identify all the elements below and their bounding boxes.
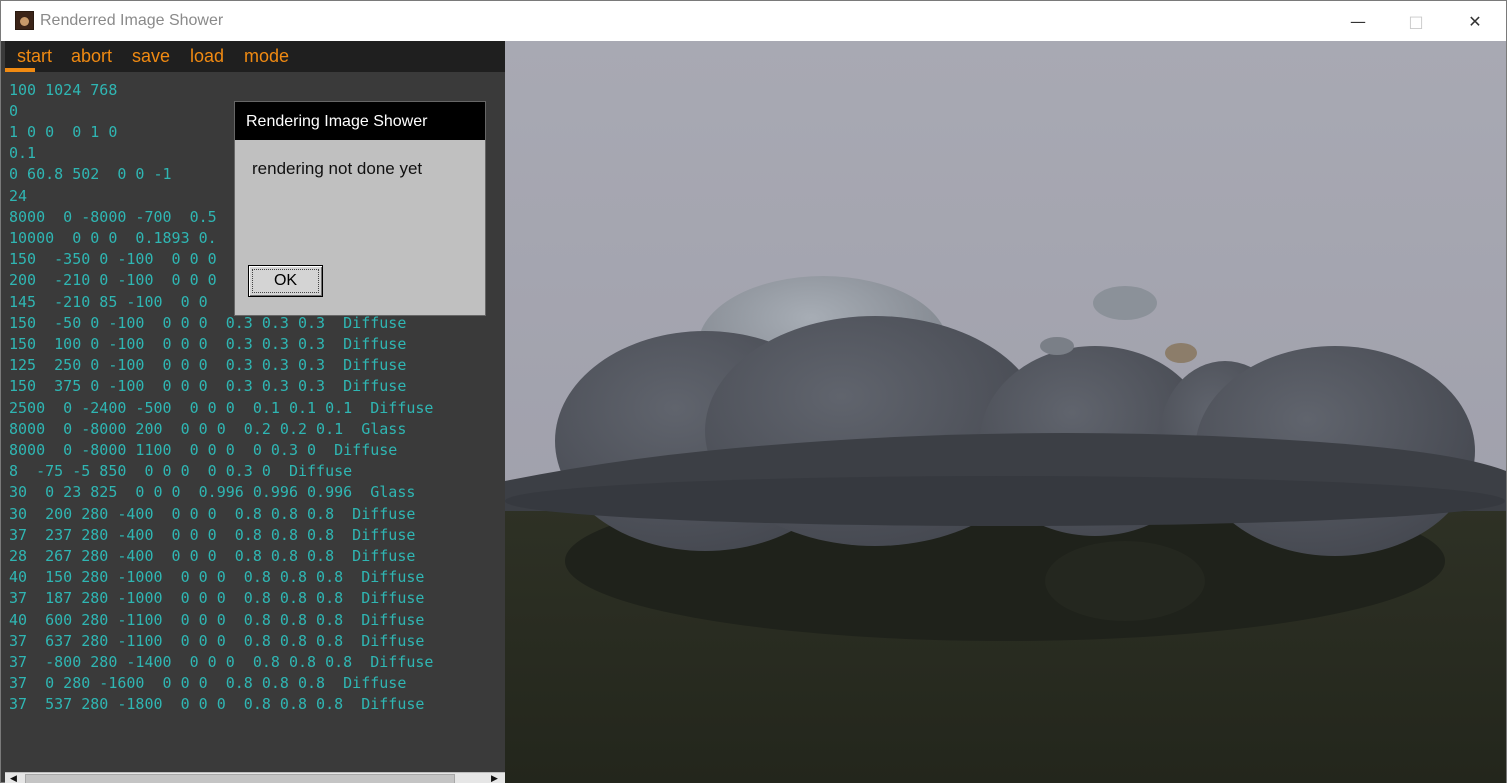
code-line: 150 375 0 -100 0 0 0 0.3 0.3 0.3 Diffuse	[9, 377, 407, 395]
ok-button[interactable]: OK	[248, 265, 323, 297]
maximize-icon: □	[1408, 11, 1424, 31]
code-line: 0	[9, 102, 19, 120]
code-line: 2500 0 -2400 -500 0 0 0 0.1 0.1 0.1 Diff…	[9, 399, 434, 417]
code-line: 37 637 280 -1100 0 0 0 0.8 0.8 0.8 Diffu…	[9, 632, 425, 650]
menu-load[interactable]: load	[190, 46, 224, 67]
arrow-left-icon[interactable]: ◀	[5, 773, 22, 783]
dialog-title[interactable]: Rendering Image Shower	[235, 102, 485, 140]
code-line: 8000 0 -8000 200 0 0 0 0.2 0.2 0.1 Glass	[9, 420, 407, 438]
code-line: 40 150 280 -1000 0 0 0 0.8 0.8 0.8 Diffu…	[9, 568, 425, 586]
code-line: 8000 0 -8000 -700 0.5	[9, 208, 217, 226]
code-line: 125 250 0 -100 0 0 0 0.3 0.3 0.3 Diffuse	[9, 356, 407, 374]
menu-mode[interactable]: mode	[244, 46, 289, 67]
code-line: 150 100 0 -100 0 0 0 0.3 0.3 0.3 Diffuse	[9, 335, 407, 353]
code-line: 100 1024 768	[9, 81, 118, 99]
code-line: 37 187 280 -1000 0 0 0 0.8 0.8 0.8 Diffu…	[9, 589, 425, 607]
code-line: 30 200 280 -400 0 0 0 0.8 0.8 0.8 Diffus…	[9, 505, 416, 523]
menu-save[interactable]: save	[132, 46, 170, 67]
code-line: 30 0 23 825 0 0 0 0.996 0.996 0.996 Glas…	[9, 483, 416, 501]
code-line: 8000 0 -8000 1100 0 0 0 0 0.3 0 Diffuse	[9, 441, 398, 459]
message-dialog: Rendering Image Shower rendering not don…	[234, 101, 486, 316]
code-line: 200 -210 0 -100 0 0 0	[9, 271, 217, 289]
menu-abort[interactable]: abort	[71, 46, 112, 67]
app-icon	[15, 11, 34, 30]
scrollbar-thumb[interactable]	[25, 774, 455, 783]
code-line: 150 -50 0 -100 0 0 0 0.3 0.3 0.3 Diffuse	[9, 314, 407, 332]
code-line: 37 0 280 -1600 0 0 0 0.8 0.8 0.8 Diffuse	[9, 674, 407, 692]
close-icon: ✕	[1468, 11, 1482, 31]
code-line: 10000 0 0 0 0.1893 0.	[9, 229, 217, 247]
code-line: 0.1	[9, 144, 37, 162]
menu-start[interactable]: start	[17, 46, 52, 67]
menu-bar: start abort save load mode	[5, 41, 505, 72]
close-button[interactable]: ✕	[1446, 1, 1504, 41]
code-line: 37 -800 280 -1400 0 0 0 0.8 0.8 0.8 Diff…	[9, 653, 434, 671]
minimize-button[interactable]: —	[1329, 1, 1387, 41]
code-line: 37 237 280 -400 0 0 0 0.8 0.8 0.8 Diffus…	[9, 526, 416, 544]
code-line: 1 0 0 0 1 0	[9, 123, 118, 141]
code-line: 145 -210 85 -100 0 0	[9, 293, 208, 311]
dialog-message: rendering not done yet	[252, 159, 423, 178]
app-window: Renderred Image Shower — □ ✕ start abort…	[0, 0, 1507, 783]
code-line: 0 60.8 502 0 0 -1	[9, 165, 172, 183]
arrow-right-icon[interactable]: ▶	[486, 773, 503, 783]
maximize-button[interactable]: □	[1387, 1, 1445, 41]
code-line: 24	[9, 187, 28, 205]
code-line: 8 -75 -5 850 0 0 0 0 0.3 0 Diffuse	[9, 462, 353, 480]
window-title: Renderred Image Shower	[40, 12, 224, 29]
code-line: 40 600 280 -1100 0 0 0 0.8 0.8 0.8 Diffu…	[9, 611, 425, 629]
code-line: 150 -350 0 -100 0 0 0	[9, 250, 217, 268]
title-bar[interactable]: Renderred Image Shower — □ ✕	[1, 1, 1506, 41]
rendered-image	[505, 41, 1506, 783]
horizontal-scrollbar[interactable]: ◀ ▶	[5, 772, 505, 783]
code-line: 37 537 280 -1800 0 0 0 0.8 0.8 0.8 Diffu…	[9, 695, 425, 713]
code-line: 28 267 280 -400 0 0 0 0.8 0.8 0.8 Diffus…	[9, 547, 416, 565]
minimize-icon: —	[1350, 11, 1366, 31]
